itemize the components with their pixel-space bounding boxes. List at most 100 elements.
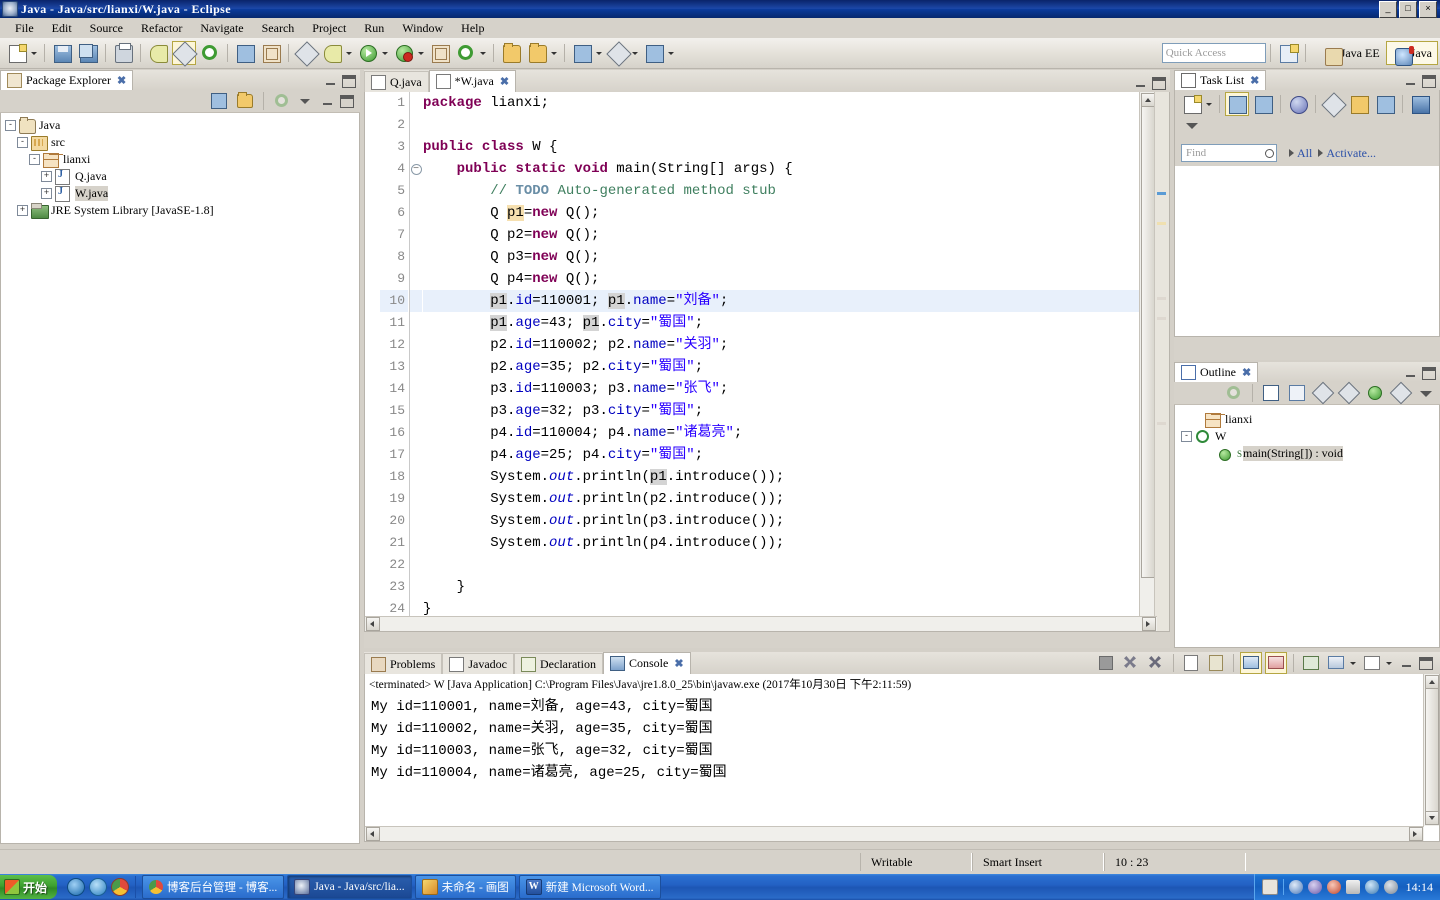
outline-item[interactable]: Smain(String[]) : void <box>1181 445 1439 462</box>
clear-console-icon[interactable] <box>1180 652 1202 674</box>
maximize-button[interactable]: □ <box>1399 0 1417 18</box>
new-class-icon[interactable] <box>454 41 478 65</box>
new-wizard-icon[interactable] <box>5 41 29 65</box>
minimize-icon[interactable] <box>321 95 335 108</box>
tree-expander-icon[interactable]: - <box>5 120 16 131</box>
task-filter-activate[interactable]: Activate... <box>1326 146 1376 161</box>
tree-item-w[interactable]: + W.java <box>5 185 359 202</box>
minimize-icon[interactable] <box>1134 77 1148 90</box>
tab-problems[interactable]: Problems <box>364 653 443 674</box>
code-line[interactable]: package lianxi; <box>423 92 1169 114</box>
tab-w-java[interactable]: *W.java ✖ <box>428 70 517 92</box>
outline-item[interactable]: lianxi <box>1181 411 1439 428</box>
maximize-icon[interactable] <box>342 75 356 88</box>
open-perspective-icon[interactable] <box>1276 41 1300 65</box>
console-horizontal-scrollbar[interactable] <box>365 826 1424 841</box>
code-line[interactable]: p1.age=43; p1.city="蜀国"; <box>423 312 1169 334</box>
tree-expander-icon[interactable]: + <box>41 188 52 199</box>
code-line[interactable]: p3.id=110003; p3.name="张飞"; <box>423 378 1169 400</box>
minimize-icon[interactable] <box>1404 367 1418 380</box>
open-console-icon[interactable] <box>1361 652 1383 674</box>
code-line[interactable]: Q p3=new Q(); <box>423 246 1169 268</box>
console-scroll-thumb[interactable] <box>1425 688 1439 814</box>
tree-item-jre[interactable]: + JRE System Library [JavaSE-1.8] <box>5 202 359 219</box>
maximize-icon[interactable] <box>1422 367 1436 380</box>
open-type-icon[interactable] <box>233 41 257 65</box>
save-icon[interactable] <box>50 41 74 65</box>
external-tools-dropdown-icon[interactable] <box>345 42 354 64</box>
outline-item[interactable]: -W <box>1181 428 1439 445</box>
next-annotation-dropdown-icon[interactable] <box>631 42 640 64</box>
close-icon[interactable]: ✖ <box>500 75 509 88</box>
scroll-down-icon[interactable] <box>1425 811 1439 825</box>
back-icon[interactable] <box>642 41 666 65</box>
tab-outline[interactable]: Outline ✖ <box>1174 362 1259 382</box>
window-titlebar[interactable]: Java - Java/src/lianxi/W.java - Eclipse … <box>0 0 1440 18</box>
quick-access-input[interactable]: Quick Access <box>1161 43 1266 63</box>
clock[interactable]: 14:14 <box>1406 880 1433 895</box>
code-line[interactable] <box>423 554 1169 576</box>
tree-item-java[interactable]: - Java <box>5 117 359 134</box>
scroll-up-icon[interactable] <box>1141 93 1155 107</box>
menu-help[interactable]: Help <box>452 19 493 38</box>
network-icon[interactable] <box>1345 880 1360 894</box>
tab-declaration[interactable]: Declaration <box>514 653 603 674</box>
task-find-input[interactable]: Find <box>1181 144 1277 162</box>
last-edit-dropdown-icon[interactable] <box>595 42 604 64</box>
code-line[interactable]: public class W { <box>423 136 1169 158</box>
hide-fields-icon[interactable] <box>1311 381 1335 405</box>
start-button[interactable]: 开始 <box>0 875 58 899</box>
editor-horizontal-scrollbar[interactable] <box>365 616 1157 631</box>
open-resource-icon[interactable] <box>259 41 283 65</box>
maximize-icon[interactable] <box>1419 656 1433 670</box>
code-line[interactable]: p1.id=110001; p1.name="刘备"; <box>423 290 1169 312</box>
restore-task-icon[interactable] <box>1373 92 1397 116</box>
minimize-icon[interactable] <box>1404 75 1418 88</box>
menu-source[interactable]: Source <box>81 19 132 38</box>
hide-static-icon[interactable] <box>1337 381 1361 405</box>
remove-all-icon[interactable] <box>1145 652 1167 674</box>
save-all-icon[interactable] <box>76 41 100 65</box>
view-menu-icon[interactable] <box>1416 382 1436 404</box>
new-task-icon[interactable] <box>1180 92 1204 116</box>
pin-console-icon[interactable] <box>1300 652 1322 674</box>
code-line[interactable]: Q p2=new Q(); <box>423 224 1169 246</box>
mark-occurrences-icon[interactable] <box>172 41 198 67</box>
open-folder2-icon[interactable] <box>525 41 549 65</box>
close-button[interactable]: × <box>1419 0 1437 18</box>
hide-nonpublic-icon[interactable] <box>1364 382 1386 404</box>
code-line[interactable]: p3.age=32; p3.city="蜀国"; <box>423 400 1169 422</box>
skip-breakpoints-icon[interactable] <box>146 41 170 65</box>
code-line[interactable]: public static void main(String[] args) { <box>423 158 1169 180</box>
taskbar-item-paint[interactable]: 未命名 - 画图 <box>414 875 516 899</box>
hide-local-icon[interactable] <box>1389 381 1413 405</box>
tab-package-explorer[interactable]: Package Explorer ✖ <box>0 70 134 90</box>
maximize-icon[interactable] <box>340 94 354 108</box>
code-line[interactable]: System.out.println(p2.introduce()); <box>423 488 1169 510</box>
browser2-quicklaunch-icon[interactable] <box>89 878 108 896</box>
tree-expander-icon[interactable]: + <box>17 205 28 216</box>
tree-expander-icon[interactable]: - <box>1181 431 1192 442</box>
code-line[interactable]: // TODO Auto-generated method stub <box>423 180 1169 202</box>
focus-task-icon[interactable] <box>1223 382 1245 404</box>
editor-scroll-thumb[interactable] <box>1141 106 1155 578</box>
editor-folding-gutter[interactable]: − <box>410 92 422 631</box>
tree-item-q[interactable]: + Q.java <box>5 168 359 185</box>
fold-marker[interactable]: − <box>410 158 422 180</box>
tree-item-src[interactable]: - src <box>5 134 359 151</box>
view-menu-icon[interactable] <box>297 90 315 112</box>
back-dropdown-icon[interactable] <box>667 42 676 64</box>
tree-item-lianxi[interactable]: - lianxi <box>5 151 359 168</box>
system-icon-1[interactable] <box>1288 880 1303 894</box>
categorized-icon[interactable] <box>1225 92 1249 116</box>
editor-code-text[interactable]: package lianxi; public class W { public … <box>423 92 1169 631</box>
coverage-icon[interactable] <box>392 41 416 65</box>
search-icon[interactable] <box>294 41 320 67</box>
maximize-icon[interactable] <box>1152 77 1166 90</box>
console-vertical-scrollbar[interactable] <box>1423 674 1439 826</box>
open-task-icon[interactable] <box>1408 92 1432 116</box>
close-icon[interactable]: ✖ <box>1242 366 1251 379</box>
code-line[interactable]: System.out.println(p3.introduce()); <box>423 510 1169 532</box>
ie-quicklaunch-icon[interactable] <box>67 878 86 896</box>
chevron-right-icon[interactable] <box>1289 149 1294 157</box>
